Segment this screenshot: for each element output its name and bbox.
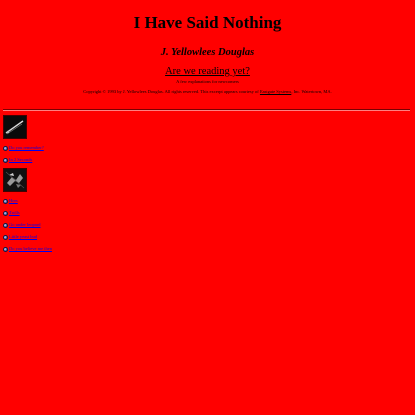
copyright-text: Copyright © 1993 by J. Yellowlees Dougla… xyxy=(83,89,259,94)
eastgate-link[interactable]: Eastgate Systems xyxy=(260,89,291,94)
author-name: J. Yellowlees Douglas xyxy=(160,47,255,58)
link-do-you-remember[interactable]: Do you remember? xyxy=(9,145,44,150)
bullet-icon xyxy=(3,145,8,151)
list-item[interactable]: In 2 Seconds xyxy=(3,157,32,163)
link-do-you-believe-me-then[interactable]: Do you believe me then xyxy=(9,246,52,251)
wreck-icon[interactable] xyxy=(3,168,27,192)
bullet-icon xyxy=(3,157,8,163)
reading-subtitle: A few explanations for newcomers xyxy=(176,79,239,84)
copyright-text-end: , Inc. Watertown, MA. xyxy=(291,89,332,94)
link-little-yeast-bud[interactable]: Little yeast bud xyxy=(9,234,37,239)
list-item[interactable]: Little yeast bud xyxy=(3,234,37,240)
bullet-icon xyxy=(3,246,8,252)
list-item[interactable]: Do you remember? xyxy=(3,145,44,151)
link-hors[interactable]: Hors xyxy=(9,198,18,203)
link-in-2-seconds[interactable]: In 2 Seconds xyxy=(9,157,32,162)
bullet-icon xyxy=(3,198,8,204)
list-item[interactable]: Go under leopard xyxy=(3,222,41,228)
horizontal-rule xyxy=(3,109,410,111)
link-trolls[interactable]: Trolls xyxy=(9,210,20,215)
reading-link[interactable]: Are we reading yet? xyxy=(165,66,250,77)
page-title: I Have Said Nothing xyxy=(133,13,282,32)
reading-section: Are we reading yet? xyxy=(0,66,415,77)
bullet-icon xyxy=(3,234,8,240)
list-item[interactable]: Trolls xyxy=(3,210,20,216)
bullet-icon xyxy=(3,210,8,216)
link-go-under-leopard[interactable]: Go under leopard xyxy=(9,222,41,227)
list-item[interactable]: Do you believe me then xyxy=(3,246,52,252)
needle-icon[interactable] xyxy=(3,115,27,139)
copyright-notice: Copyright © 1993 by J. Yellowlees Dougla… xyxy=(0,89,415,94)
bullet-icon xyxy=(3,222,8,228)
list-item[interactable]: Hors xyxy=(3,198,18,204)
